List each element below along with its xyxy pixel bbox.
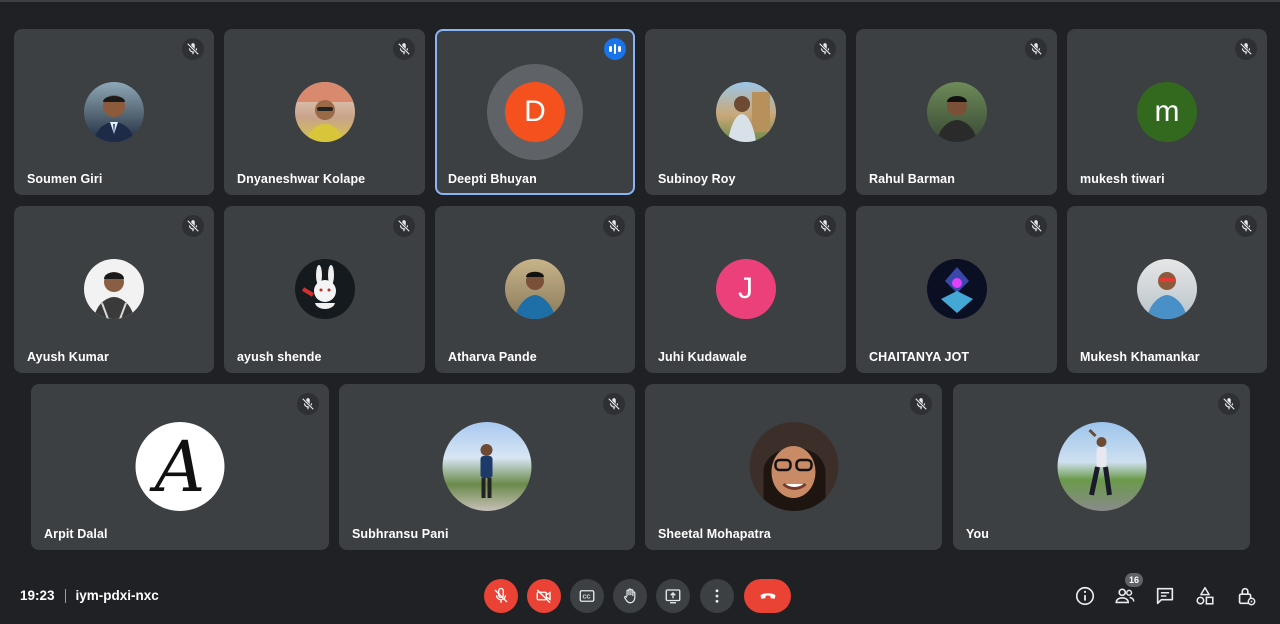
- participant-name: ayush shende: [237, 350, 322, 364]
- mic-muted-icon: [182, 215, 204, 237]
- participant-name: Ayush Kumar: [27, 350, 109, 364]
- raise-hand-icon: [624, 588, 636, 604]
- participant-tile[interactable]: CHAITANYA JOT: [856, 206, 1057, 373]
- host-controls-icon: [1238, 587, 1256, 606]
- speaking-indicator-icon: [604, 38, 626, 60]
- participant-tile[interactable]: Soumen Giri: [14, 29, 214, 195]
- chat-button[interactable]: [1152, 583, 1178, 609]
- avatar: [505, 259, 565, 319]
- host-controls-button[interactable]: [1233, 583, 1259, 609]
- participant-name: Arpit Dalal: [44, 527, 108, 541]
- participant-count-badge: 16: [1125, 573, 1143, 587]
- chat-icon: [1156, 587, 1174, 605]
- participant-tile[interactable]: Atharva Pande: [435, 206, 635, 373]
- camera-off-icon: [536, 589, 551, 604]
- participant-tile-self[interactable]: You: [953, 384, 1250, 550]
- mic-muted-icon: [1235, 215, 1257, 237]
- avatar: [1057, 422, 1146, 511]
- participant-tile[interactable]: Subinoy Roy: [645, 29, 846, 195]
- mic-muted-icon: [1025, 38, 1047, 60]
- raise-hand-button[interactable]: [613, 579, 647, 613]
- avatar: [1137, 259, 1197, 319]
- avatar: [926, 82, 987, 142]
- participant-name: mukesh tiwari: [1080, 172, 1165, 186]
- mic-muted-icon: [182, 38, 204, 60]
- meeting-time: 19:23: [20, 588, 55, 603]
- participant-name: CHAITANYA JOT: [869, 350, 970, 364]
- present-screen-icon: [665, 589, 681, 604]
- avatar: [294, 82, 355, 142]
- camera-toggle-button[interactable]: [527, 579, 561, 613]
- mic-toggle-button[interactable]: [484, 579, 518, 613]
- participant-tile[interactable]: Ayush Kumar: [14, 206, 214, 373]
- participant-name: Subhransu Pani: [352, 527, 449, 541]
- avatar: [715, 82, 776, 142]
- avatar: [926, 259, 987, 319]
- participant-tile[interactable]: Sheetal Mohapatra: [645, 384, 942, 550]
- captions-icon: CC: [579, 590, 595, 602]
- participant-tile[interactable]: Dnyaneshwar Kolape: [224, 29, 425, 195]
- present-screen-button[interactable]: [656, 579, 690, 613]
- participant-name: Soumen Giri: [27, 172, 103, 186]
- participant-name: Deepti Bhuyan: [448, 172, 537, 186]
- mic-muted-icon: [814, 215, 836, 237]
- avatar: [84, 259, 144, 319]
- meeting-info: 19:23 iym-pdxi-nxc: [20, 588, 159, 603]
- participant-name: Mukesh Khamankar: [1080, 350, 1200, 364]
- participant-name: Rahul Barman: [869, 172, 955, 186]
- mic-muted-icon: [297, 393, 319, 415]
- participant-tile[interactable]: A Arpit Dalal: [31, 384, 329, 550]
- mic-muted-icon: [603, 215, 625, 237]
- more-options-icon: [715, 589, 719, 603]
- avatar-letter: D: [505, 82, 565, 142]
- participant-tile[interactable]: ayush shende: [224, 206, 425, 373]
- participant-tile[interactable]: J Juhi Kudawale: [645, 206, 846, 373]
- avatar-logo: A: [135, 422, 225, 511]
- end-call-icon: [760, 593, 775, 599]
- more-options-button[interactable]: [700, 579, 734, 613]
- participant-tile[interactable]: m mukesh tiwari: [1067, 29, 1267, 195]
- avatar-letter: m: [1137, 82, 1197, 142]
- activities-button[interactable]: [1192, 583, 1218, 609]
- mic-muted-icon: [603, 393, 625, 415]
- participant-name: You: [966, 527, 989, 541]
- mic-off-icon: [494, 587, 508, 603]
- avatar: [84, 82, 144, 142]
- avatar: [442, 422, 532, 511]
- participant-name: Sheetal Mohapatra: [658, 527, 771, 541]
- participant-name: Subinoy Roy: [658, 172, 736, 186]
- participant-name: Atharva Pande: [448, 350, 537, 364]
- mic-muted-icon: [1235, 38, 1257, 60]
- info-icon: [1075, 586, 1095, 606]
- participant-tile[interactable]: Rahul Barman: [856, 29, 1057, 195]
- people-icon: [1115, 588, 1135, 604]
- leave-call-button[interactable]: [744, 579, 791, 613]
- avatar-letter: J: [715, 259, 776, 319]
- participant-name: Juhi Kudawale: [658, 350, 747, 364]
- meeting-details-button[interactable]: [1072, 583, 1098, 609]
- avatar: [294, 259, 355, 319]
- captions-button[interactable]: CC: [570, 579, 604, 613]
- participant-tile-active-speaker[interactable]: D Deepti Bhuyan: [435, 29, 635, 195]
- logo-letter: A: [154, 425, 206, 508]
- mic-muted-icon: [393, 215, 415, 237]
- svg-text:CC: CC: [583, 595, 591, 601]
- mic-muted-icon: [814, 38, 836, 60]
- participant-name: Dnyaneshwar Kolape: [237, 172, 366, 186]
- participant-tile[interactable]: Subhransu Pani: [339, 384, 635, 550]
- mic-muted-icon: [1218, 393, 1240, 415]
- mic-muted-icon: [1025, 215, 1047, 237]
- mic-muted-icon: [910, 393, 932, 415]
- participant-tile[interactable]: Mukesh Khamankar: [1067, 206, 1267, 373]
- divider: [64, 588, 66, 603]
- mic-muted-icon: [393, 38, 415, 60]
- activities-icon: [1196, 586, 1214, 605]
- top-edge: [0, 0, 1280, 2]
- avatar: [749, 422, 838, 511]
- meeting-code[interactable]: iym-pdxi-nxc: [76, 588, 159, 603]
